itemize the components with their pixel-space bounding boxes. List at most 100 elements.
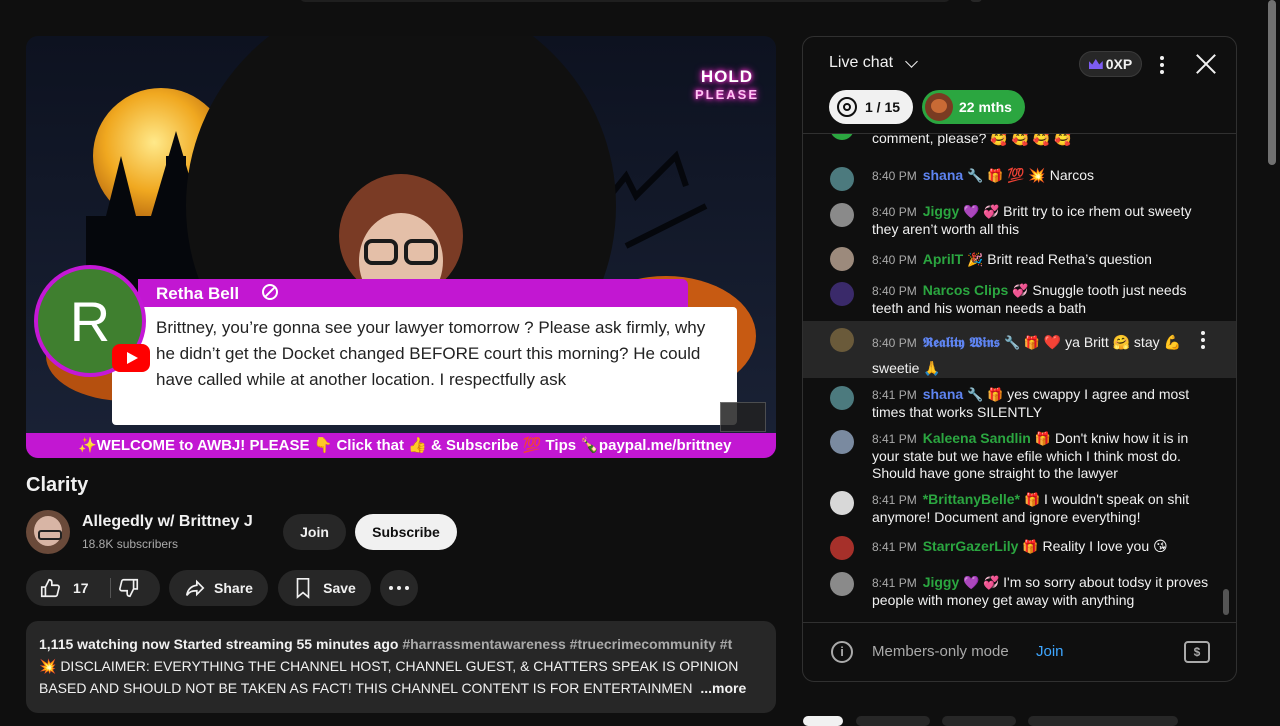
author-badges: 🎁	[1022, 539, 1039, 554]
goal-value: 1 / 15	[865, 99, 901, 115]
membership-chip[interactable]: 22 mths	[922, 90, 1025, 124]
like-button[interactable]: 17	[39, 577, 89, 599]
message-time: 8:41 PM	[872, 493, 917, 507]
hashtags[interactable]: #harrassmentawareness #truecrimecommunit…	[402, 636, 732, 652]
view-stats: 1,115 watching now Started streaming 55 …	[39, 636, 399, 652]
share-button[interactable]: Share	[169, 570, 268, 606]
message-time: 8:41 PM	[872, 576, 917, 590]
message-time: 8:40 PM	[872, 253, 917, 267]
super-chat-icon[interactable]: $	[1184, 641, 1210, 663]
message-time: 8:41 PM	[872, 432, 917, 446]
chat-message[interactable]: 8:41 PM Jiggy 💜 💞 I'm so sorry about todsy…	[803, 572, 1236, 609]
message-author[interactable]: StarrGazerLily	[923, 538, 1019, 554]
message-author[interactable]: shana	[923, 386, 963, 402]
member-avatar	[925, 93, 953, 121]
dislike-button[interactable]	[118, 577, 140, 602]
message-text: yes cwappy I agree and most times that w…	[872, 386, 1190, 420]
author-badges: 🎁	[1034, 431, 1052, 446]
chat-avatar	[830, 430, 854, 454]
message-time: 8:41 PM	[872, 388, 917, 402]
more-actions-button[interactable]	[380, 570, 418, 606]
channel-watermark	[720, 402, 766, 432]
filter-chip[interactable]	[856, 716, 930, 726]
chat-message-hovered[interactable]: 8:40 PM 𝕽𝖊𝖆𝖑𝖎𝖙𝖞 𝖂𝖎𝖓𝖘 🔧 🎁 ❤️ ya Britt 🤗 sta…	[803, 321, 1236, 378]
message-more-icon[interactable]	[1201, 331, 1205, 349]
message-author[interactable]: Jiggy	[923, 203, 960, 219]
chat-avatar	[830, 247, 854, 271]
close-icon[interactable]	[1195, 53, 1217, 75]
members-join-link[interactable]: Join	[1036, 643, 1064, 660]
message-author[interactable]: 𝕽𝖊𝖆𝖑𝖎𝖙𝖞 𝖂𝖎𝖓𝖘	[923, 335, 1000, 351]
message-text: comment, please? 🥰 🥰 🥰 🥰	[872, 134, 1072, 146]
chat-more-icon[interactable]	[1160, 56, 1164, 74]
description-line-2: 💥 DISCLAIMER: EVERYTHING THE CHANNEL HOS…	[39, 658, 739, 674]
chat-message[interactable]: 8:40 PM Narcos Clips 💞 Snuggle tooth just …	[803, 282, 1236, 317]
chat-message[interactable]: 8:40 PM shana 🔧 🎁 💯 💥 Narcos	[803, 167, 1236, 191]
chat-avatar	[830, 134, 854, 140]
hold-line-1: HOLD	[700, 67, 754, 86]
description-line-3-row: BASED AND SHOULD NOT BE TAKEN AS FACT! T…	[39, 677, 763, 699]
chat-message[interactable]: 8:40 PM AprilT 🎉 Britt read Retha’s questi…	[803, 247, 1236, 271]
hold-please-sign: HOLD PLEASE	[686, 68, 768, 104]
guest-message-box: Brittney, you’re gonna see your lawyer t…	[112, 307, 737, 425]
target-icon	[837, 97, 857, 117]
join-button[interactable]: Join	[283, 514, 346, 550]
author-badges: 💞	[1012, 283, 1029, 298]
author-badges: 💜 💞	[963, 204, 1000, 219]
save-button[interactable]: Save	[278, 570, 371, 606]
chat-scrollbar[interactable]	[1223, 589, 1229, 615]
more-horizontal-icon	[389, 586, 409, 590]
message-author[interactable]: Jiggy	[923, 574, 960, 590]
filter-chip[interactable]	[942, 716, 1016, 726]
author-badges: 🎁	[1023, 492, 1041, 507]
chat-avatar	[830, 167, 854, 191]
more-link[interactable]: ...more	[700, 680, 746, 696]
goal-chip[interactable]: 1 / 15	[829, 90, 913, 124]
members-only-label: Members-only mode	[872, 643, 1009, 660]
chat-messages: comment, please? 🥰 🥰 🥰 🥰 8:40 PM shana 🔧 🎁…	[803, 134, 1236, 622]
info-icon[interactable]: i	[831, 641, 853, 663]
message-time: 8:40 PM	[872, 284, 917, 298]
chat-message[interactable]: 8:40 PM Jiggy 💜 💞 Britt try to ice rhem ou…	[803, 203, 1236, 238]
xp-badge[interactable]: 0XP	[1079, 51, 1142, 77]
chat-message[interactable]: 8:41 PM shana 🔧 🎁 yes cwappy I agree and m…	[803, 386, 1236, 421]
message-author[interactable]: Narcos Clips	[923, 282, 1009, 298]
subscriber-count: 18.8K subscribers	[82, 537, 179, 551]
filter-chip-active[interactable]	[803, 716, 843, 726]
chat-avatar	[830, 572, 854, 596]
message-author[interactable]: AprilT	[923, 251, 963, 267]
chat-message[interactable]: 8:41 PM Kaleena Sandlin 🎁 Don't kniw how i…	[803, 430, 1236, 482]
chat-avatar	[830, 282, 854, 306]
description-stats-line: 1,115 watching now Started streaming 55 …	[39, 633, 763, 655]
channel-avatar[interactable]	[26, 510, 70, 554]
chat-avatar	[830, 386, 854, 410]
message-time: 8:40 PM	[872, 169, 917, 183]
subscribe-button[interactable]: Subscribe	[355, 514, 457, 550]
video-player[interactable]: HOLD PLEASE Retha Bell Brittney, you’re …	[26, 36, 776, 458]
chat-message[interactable]: 8:41 PM StarrGazerLily 🎁 Reality I love yo…	[803, 536, 1236, 560]
description-box[interactable]: 1,115 watching now Started streaming 55 …	[26, 621, 776, 713]
channel-name[interactable]: Allegedly w/ Brittney J	[82, 513, 253, 531]
author-badges: 🔧 🎁	[967, 168, 1004, 183]
moderator-icon	[262, 284, 278, 300]
message-author[interactable]: *BrittanyBelle*	[923, 491, 1020, 507]
chat-message[interactable]: comment, please? 🥰 🥰 🥰 🥰	[803, 134, 1236, 158]
chevron-down-icon[interactable]	[905, 55, 918, 68]
message-text: Britt read Retha’s question	[987, 251, 1152, 267]
author-badges: 🔧 🎁	[967, 387, 1004, 402]
message-author[interactable]: shana	[923, 167, 963, 183]
guest-name: Retha Bell	[156, 284, 240, 303]
page-scrollbar[interactable]	[1268, 0, 1276, 165]
author-badges: 🎉	[967, 252, 984, 267]
chat-avatar	[830, 203, 854, 227]
message-text: Britt try to ice rhem out sweety they ar…	[872, 203, 1192, 237]
author-badges: 🔧 🎁	[1003, 335, 1040, 350]
chat-message[interactable]: 8:41 PM *BrittanyBelle* 🎁 I wouldn't speak…	[803, 491, 1236, 526]
xp-value: 0XP	[1105, 56, 1133, 72]
chat-title[interactable]: Live chat	[829, 54, 893, 72]
message-time: 8:40 PM	[872, 205, 917, 219]
chat-footer-divider	[803, 622, 1236, 623]
filter-chip[interactable]	[1028, 716, 1178, 726]
message-author[interactable]: Kaleena Sandlin	[923, 430, 1031, 446]
bookmark-icon	[296, 578, 310, 599]
